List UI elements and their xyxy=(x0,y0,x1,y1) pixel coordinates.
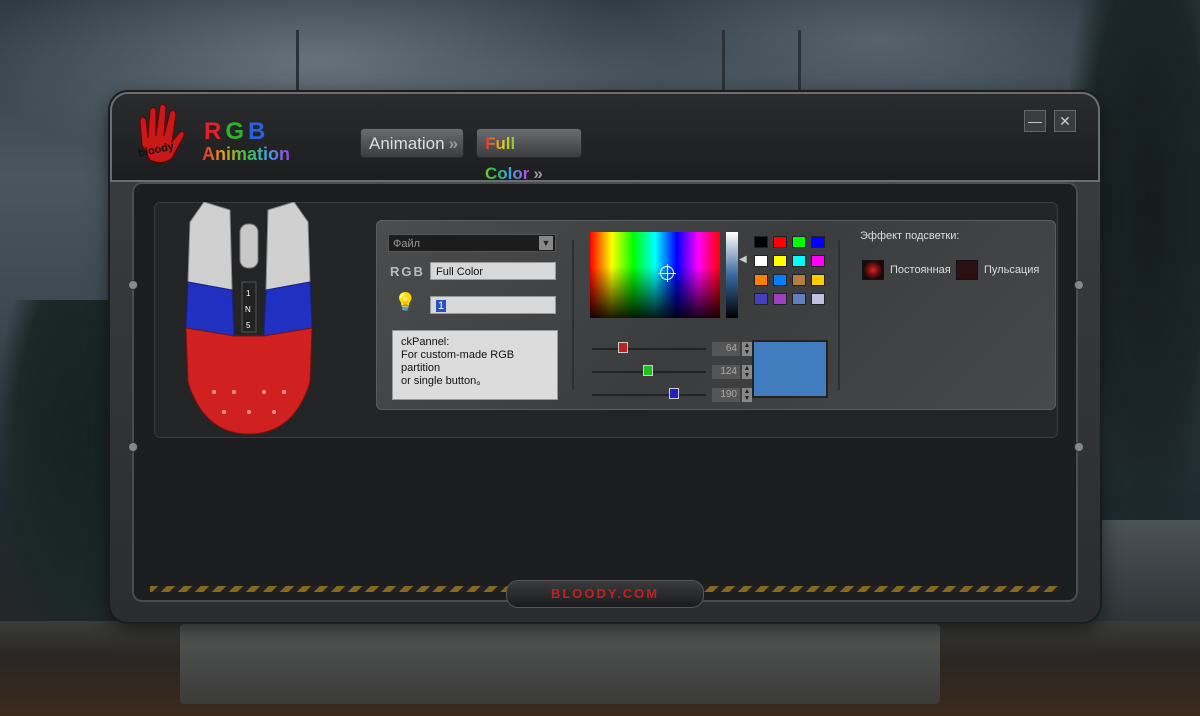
red-spinner[interactable]: ▲ ▼ xyxy=(742,342,752,356)
background-castle xyxy=(1090,520,1200,630)
number-input[interactable]: 1 xyxy=(430,296,556,314)
blue-spinner[interactable]: ▲ ▼ xyxy=(742,388,752,402)
brand-rgb: RGB xyxy=(204,118,270,145)
lightbulb-icon: 💡 xyxy=(394,292,417,312)
chevron-right-icon: » xyxy=(448,134,459,153)
name-input[interactable]: Full Color xyxy=(430,262,556,280)
color-spectrum[interactable] xyxy=(590,232,720,318)
green-slider[interactable]: 124 ▲ ▼ xyxy=(592,365,752,379)
triangle-left-icon[interactable]: ◀ xyxy=(739,254,747,265)
color-swatch[interactable] xyxy=(792,293,806,305)
color-swatch[interactable] xyxy=(811,236,825,248)
background-spire xyxy=(296,30,299,90)
divider xyxy=(838,240,840,390)
close-button[interactable]: ✕ xyxy=(1054,110,1076,132)
color-swatch[interactable] xyxy=(811,274,825,286)
rivet xyxy=(128,442,138,452)
mouse-zone-map[interactable]: 1 N 5 xyxy=(184,202,314,438)
mouse-zone-left-mid[interactable] xyxy=(185,281,235,337)
color-swatch[interactable] xyxy=(773,274,787,286)
file-dropdown[interactable]: Файл ▼ xyxy=(388,234,556,252)
color-swatch[interactable] xyxy=(754,274,768,286)
color-swatch[interactable] xyxy=(754,293,768,305)
effect-title: Эффект подсветки: xyxy=(860,230,960,242)
color-controls-panel: Файл ▼ RGB Full Color 💡 1 ckPannel: For c… xyxy=(376,220,1056,410)
green-spinner[interactable]: ▲ ▼ xyxy=(742,365,752,379)
red-slider[interactable]: 64 ▲ ▼ xyxy=(592,342,752,356)
background-spire xyxy=(722,30,725,90)
red-slider-thumb[interactable] xyxy=(618,342,628,353)
app-window: bloody RGB Animation Animation» Full Col… xyxy=(110,92,1100,622)
luminance-bar[interactable] xyxy=(726,232,738,318)
red-value[interactable]: 64 xyxy=(712,342,740,356)
mouse-zone-right-top[interactable] xyxy=(265,202,311,291)
color-swatch[interactable] xyxy=(754,236,768,248)
color-swatch[interactable] xyxy=(773,293,787,305)
brand-animation: Animation xyxy=(202,144,290,164)
tab-animation[interactable]: Animation» xyxy=(360,128,464,158)
crosshair-icon[interactable] xyxy=(658,264,676,282)
rivet xyxy=(128,280,138,290)
footer-site[interactable]: BLOODY.COM xyxy=(506,580,704,608)
blue-value[interactable]: 190 xyxy=(712,388,740,402)
blue-slider-thumb[interactable] xyxy=(669,388,679,399)
color-swatch[interactable] xyxy=(754,255,768,267)
blue-slider[interactable]: 190 ▲ ▼ xyxy=(592,388,752,402)
color-swatch[interactable] xyxy=(773,255,787,267)
mouse-zone-right-mid[interactable] xyxy=(263,281,313,337)
color-swatch[interactable] xyxy=(792,236,806,248)
hand-icon xyxy=(862,260,884,281)
svg-text:5: 5 xyxy=(246,321,251,330)
description-box: ckPannel: For custom-made RGB partition … xyxy=(392,330,558,400)
effect-static-button[interactable]: Постоянная xyxy=(862,260,951,281)
color-swatch[interactable] xyxy=(811,293,825,305)
color-swatch[interactable] xyxy=(792,255,806,267)
tab-full-color[interactable]: Full Color» xyxy=(476,128,582,183)
rgb-label: RGB xyxy=(390,264,425,279)
color-swatch[interactable] xyxy=(792,274,806,286)
mouse-zone-left-top[interactable] xyxy=(187,202,233,291)
background-spire xyxy=(798,30,801,90)
rivet xyxy=(1074,442,1084,452)
color-preview xyxy=(752,340,828,398)
svg-text:N: N xyxy=(245,305,251,314)
bloody-hand-logo-icon: bloody xyxy=(137,103,185,164)
pulse-icon xyxy=(956,260,978,281)
svg-text:1: 1 xyxy=(246,289,251,298)
chevron-down-icon: ▼ xyxy=(539,236,553,250)
title-bar: bloody RGB Animation Animation» Full Col… xyxy=(110,92,1100,183)
background-bridge xyxy=(180,624,940,704)
chevron-right-icon: » xyxy=(533,164,543,183)
green-value[interactable]: 124 xyxy=(712,365,740,379)
mouse-zone-bottom[interactable] xyxy=(185,327,313,435)
effect-pulse-button[interactable]: Пульсация xyxy=(956,260,1039,281)
mouse-scroll-wheel[interactable] xyxy=(239,223,259,269)
green-slider-thumb[interactable] xyxy=(643,365,653,376)
color-swatch[interactable] xyxy=(811,255,825,267)
color-swatch[interactable] xyxy=(773,236,787,248)
minimize-button[interactable]: — xyxy=(1024,110,1046,132)
divider xyxy=(572,240,574,390)
rivet xyxy=(1074,280,1084,290)
